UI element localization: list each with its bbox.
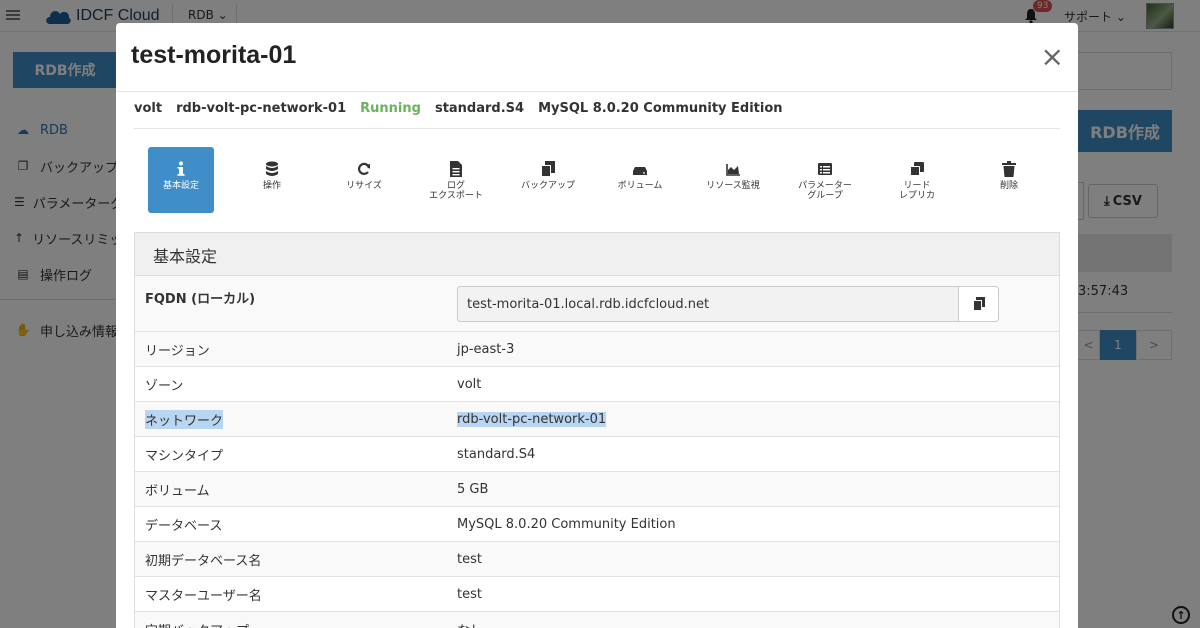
summary-database: MySQL 8.0.20 Community Edition — [538, 101, 783, 116]
table-row: データベース MySQL 8.0.20 Community Edition — [135, 507, 1059, 542]
action-label: バックアップ — [520, 181, 575, 191]
database-icon — [266, 161, 278, 176]
table-row: マスターユーザー名 test — [135, 577, 1059, 612]
row-key: 定期バックアップ — [135, 612, 457, 628]
copy-icon — [972, 297, 985, 311]
panel-title: 基本設定 — [135, 233, 1059, 276]
table-row: ボリューム 5 GB — [135, 472, 1059, 507]
action-label: 削除 — [999, 181, 1018, 191]
table-row: マシンタイプ standard.S4 — [135, 437, 1059, 472]
action-label: 基本設定 — [162, 181, 199, 191]
action-label: リサイズ — [346, 181, 382, 191]
area-chart-icon — [726, 164, 740, 176]
refresh-icon — [357, 162, 371, 175]
tab-read-replica[interactable]: リード レプリカ — [884, 147, 950, 213]
fqdn-label: FQDN (ローカル) — [145, 292, 256, 307]
file-icon — [450, 161, 462, 177]
divider — [134, 128, 1060, 129]
row-key: ネットワーク — [145, 409, 224, 429]
row-value: test — [457, 586, 482, 602]
row-value: 5 GB — [457, 481, 489, 497]
row-key: ゾーン — [145, 378, 184, 394]
row-key: リージョン — [145, 343, 210, 359]
table-row: ゾーン volt — [135, 367, 1059, 402]
info-icon — [177, 161, 185, 176]
row-key: データベース — [145, 518, 223, 534]
instance-summary: volt rdb-volt-pc-network-01 Running stan… — [134, 101, 783, 116]
list-alt-icon — [818, 163, 832, 175]
row-value: jp-east-3 — [457, 341, 515, 357]
trash-icon — [1002, 161, 1016, 177]
action-label: リソース監視 — [706, 181, 760, 191]
action-toolbar: 基本設定 操作 リサイズ ログ エクスポート バックアップ ボリューム リソース… — [134, 147, 1060, 213]
copy-icon — [541, 161, 555, 177]
row-value: MySQL 8.0.20 Community Edition — [457, 516, 676, 532]
fqdn-value[interactable]: test-morita-01.local.rdb.idcfcloud.net — [458, 287, 958, 321]
hdd-icon — [633, 167, 647, 175]
action-label: ボリューム — [617, 181, 663, 191]
row-key: 初期データベース名 — [145, 553, 262, 569]
row-value: test — [457, 551, 482, 567]
row-value: standard.S4 — [457, 446, 536, 462]
action-label: 操作 — [262, 181, 281, 191]
table-row-fqdn: FQDN (ローカル) test-morita-01.local.rdb.idc… — [135, 276, 1059, 332]
row-key: マシンタイプ — [145, 448, 224, 464]
row-key: ボリューム — [145, 483, 210, 499]
fqdn-field[interactable]: test-morita-01.local.rdb.idcfcloud.net — [457, 286, 999, 322]
tab-volume[interactable]: ボリューム — [607, 147, 673, 213]
row-value: rdb-volt-pc-network-01 — [457, 411, 607, 427]
action-label: リード レプリカ — [898, 181, 935, 201]
tab-parameter-group[interactable]: パラメーター グループ — [792, 147, 858, 213]
action-label: ログ エクスポート — [429, 181, 483, 201]
summary-network: rdb-volt-pc-network-01 — [176, 101, 347, 116]
action-label: パラメーター グループ — [798, 181, 852, 201]
tab-operation[interactable]: 操作 — [239, 147, 305, 213]
table-row: リージョン jp-east-3 — [135, 332, 1059, 367]
status-badge: Running — [360, 101, 421, 116]
settings-table: リージョン jp-east-3 ゾーン volt ネットワーク rdb-volt… — [135, 332, 1059, 628]
tab-log-export[interactable]: ログ エクスポート — [423, 147, 489, 213]
summary-machine-type: standard.S4 — [434, 101, 525, 116]
tab-backup[interactable]: バックアップ — [515, 147, 581, 213]
clone-icon — [910, 162, 924, 176]
tab-basic-settings[interactable]: 基本設定 — [148, 147, 214, 213]
copy-button[interactable] — [958, 287, 998, 321]
table-row: ネットワーク rdb-volt-pc-network-01 — [135, 402, 1059, 437]
row-key: マスターユーザー名 — [145, 588, 262, 604]
row-value: volt — [457, 376, 482, 392]
row-value: なし — [457, 612, 1059, 628]
close-button[interactable]: × — [1041, 43, 1064, 71]
table-row: 初期データベース名 test — [135, 542, 1059, 577]
table-row: 定期バックアップ なし — [135, 612, 1059, 628]
divider — [116, 91, 1078, 92]
modal-title: test-morita-01 — [131, 41, 297, 69]
tab-resize[interactable]: リサイズ — [331, 147, 397, 213]
summary-zone: volt — [134, 101, 163, 116]
tab-delete[interactable]: 削除 — [976, 147, 1042, 213]
basic-settings-panel: 基本設定 FQDN (ローカル) test-morita-01.local.rd… — [134, 232, 1060, 628]
rdb-detail-modal: test-morita-01 × volt rdb-volt-pc-networ… — [116, 23, 1078, 628]
tab-resource-monitoring[interactable]: リソース監視 — [700, 147, 766, 213]
